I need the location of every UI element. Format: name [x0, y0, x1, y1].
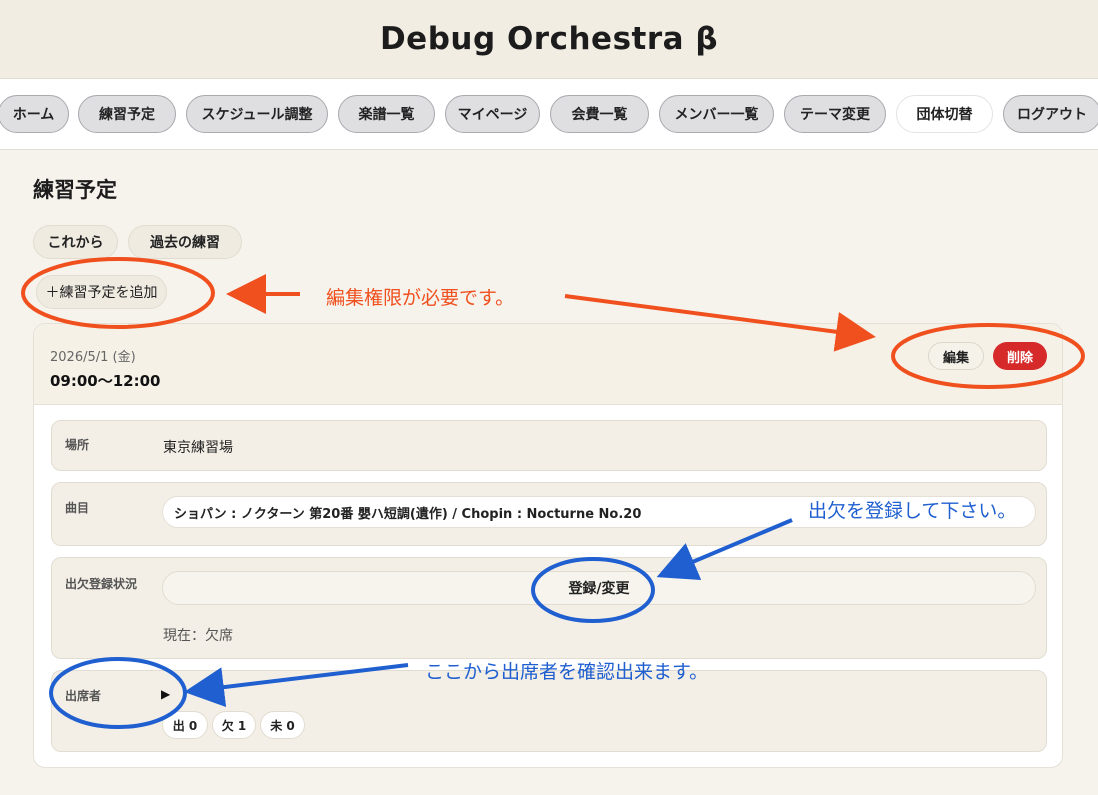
app-header: Debug Orchestra β — [0, 0, 1098, 78]
attendees-note: ここから出席者を確認出来ます。 — [425, 661, 709, 683]
event-card: 2026/5/1 (金) 09:00〜12:00 編集 削除 場所 東京練習場 … — [33, 323, 1063, 768]
nav-logout[interactable]: ログアウト — [1003, 95, 1098, 133]
count-absent: 欠 1 — [212, 711, 256, 739]
program-label: 曲目 — [65, 501, 90, 515]
nav-scores[interactable]: 楽譜一覧 — [338, 95, 435, 133]
event-time: 09:00〜12:00 — [50, 372, 161, 390]
nav-practice-schedule[interactable]: 練習予定 — [78, 95, 176, 133]
location-value: 東京練習場 — [163, 440, 233, 456]
nav-schedule-adjust[interactable]: スケジュール調整 — [186, 95, 328, 133]
count-undecided: 未 0 — [260, 711, 305, 739]
edit-button[interactable]: 編集 — [928, 342, 984, 370]
register-note: 出欠を登録して下さい。 — [808, 500, 1017, 522]
page-title: 練習予定 — [33, 178, 117, 202]
delete-button[interactable]: 削除 — [993, 342, 1047, 370]
filter-upcoming[interactable]: これから — [33, 225, 118, 259]
nav-theme[interactable]: テーマ変更 — [784, 95, 886, 133]
event-card-header: 2026/5/1 (金) 09:00〜12:00 編集 削除 — [34, 324, 1062, 405]
attendees-label: 出席者 — [65, 689, 102, 703]
attendance-label: 出欠登録状況 — [65, 577, 138, 591]
add-practice-button[interactable]: ＋練習予定を追加 — [36, 275, 167, 309]
location-label: 場所 — [65, 438, 90, 452]
app-title: Debug Orchestra β — [379, 21, 719, 57]
event-date: 2026/5/1 (金) — [50, 350, 136, 365]
nav-bar: ホーム 練習予定 スケジュール調整 楽譜一覧 マイページ 会費一覧 メンバー一覧… — [0, 78, 1098, 150]
nav-home[interactable]: ホーム — [0, 95, 69, 133]
nav-fees[interactable]: 会費一覧 — [550, 95, 649, 133]
attendees-expand-icon[interactable]: ▶ — [161, 687, 170, 701]
filter-past[interactable]: 過去の練習 — [128, 225, 242, 259]
location-row: 場所 東京練習場 — [51, 420, 1047, 471]
register-attendance-button[interactable]: 登録/変更 — [162, 571, 1036, 605]
permission-note: 編集権限が必要です。 — [326, 287, 515, 309]
attendance-status: 現在：欠席 — [163, 628, 233, 644]
nav-members[interactable]: メンバー一覧 — [659, 95, 774, 133]
nav-mypage[interactable]: マイページ — [445, 95, 540, 133]
count-present: 出 0 — [162, 711, 208, 739]
nav-switch-group[interactable]: 団体切替 — [896, 95, 993, 133]
attendance-row: 出欠登録状況 登録/変更 現在：欠席 — [51, 557, 1047, 659]
